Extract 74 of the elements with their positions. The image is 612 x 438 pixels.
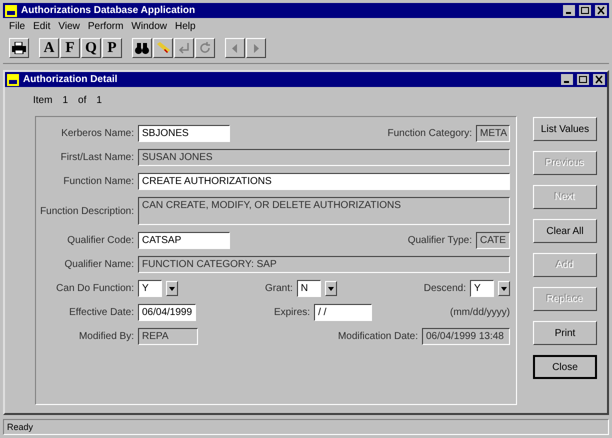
toolbar-button[interactable]: F [60,38,80,58]
field-label: Kerberos Name: [60,128,134,139]
dropdown-button[interactable] [498,281,510,296]
action-button[interactable]: Print [533,321,597,345]
input-field[interactable]: 06/04/1999 [138,304,196,321]
dropdown-button[interactable] [166,281,178,296]
toolbar-button[interactable]: A [39,38,59,58]
action-button[interactable]: Close [533,355,597,379]
toolbar-button[interactable]: Q [81,38,101,58]
dropdown-button[interactable] [324,281,337,296]
menu-item[interactable]: Edit [33,21,50,32]
input-field[interactable]: FUNCTION CATEGORY: SAP [138,256,510,273]
item-index: 1 [62,95,68,106]
item-total: 1 [96,95,102,106]
field-label: Grant: [264,283,293,294]
input-field[interactable]: META [476,125,510,142]
field-label: Qualifier Type: [408,235,472,246]
left-arrow-icon [232,44,238,52]
minimize-button[interactable] [561,74,573,85]
caret-icon [500,286,507,290]
eraser-icon [156,42,170,54]
window-title: Authorization Detail [23,74,118,85]
field-label: Qualifier Name: [64,259,134,270]
field-label: Can Do Function: [55,283,134,294]
toolbar-button[interactable]: P [102,38,122,58]
menu-item[interactable]: Perform [88,21,124,32]
input-field[interactable]: 06/04/1999 13:48 [422,328,510,345]
undo-icon [178,42,190,54]
toolbar-printer-button[interactable] [9,38,29,58]
field-label: Qualifier Code: [66,235,134,246]
input-field[interactable]: CAN CREATE, MODIFY, OR DELETE AUTHORIZATIONS [138,197,510,225]
field-label: Descend: [424,283,466,294]
caret-icon [169,286,175,290]
minimize-button[interactable] [563,5,575,16]
maximize-button[interactable] [577,74,589,85]
binoculars-icon [135,42,149,54]
printer-icon [12,42,26,54]
field-label: Expires: [274,307,310,318]
input-field[interactable]: REPA [138,328,198,345]
input-field[interactable]: SBJONES [138,125,230,142]
field-label: Effective Date: [68,307,134,318]
input-field[interactable]: / / [314,304,372,321]
field-label: Modified By: [78,331,134,342]
refresh-icon [199,42,211,54]
close-button[interactable] [593,74,605,85]
field-label: First/Last Name: [60,152,134,163]
menu-item[interactable]: Help [175,21,196,32]
input-field[interactable]: CREATE AUTHORIZATIONS [138,173,510,190]
toolbar-binoculars-button[interactable] [132,38,152,58]
input-field[interactable]: SUSAN JONES [138,149,510,166]
input-field[interactable]: CATSAP [138,232,230,249]
window-title: Authorizations Database Application [21,5,196,16]
format-hint: (mm/dd/yyyy) [450,307,510,318]
action-button[interactable]: List Values [533,117,597,141]
field-label: Function Name: [62,176,134,187]
field-label: Modification Date: [338,331,418,342]
right-arrow-icon [253,44,259,52]
caret-icon [328,286,334,290]
input-field[interactable]: CATE [476,232,510,249]
field-label: Function Description: [39,206,134,216]
status-bar: Ready [3,419,609,435]
item-of-label: of [78,95,86,106]
close-button[interactable] [595,5,607,16]
action-button[interactable]: Clear All [533,219,597,243]
toolbar-eraser-button[interactable] [153,38,173,58]
combo-field[interactable]: N [296,280,321,297]
menu-item[interactable]: Window [131,21,167,32]
item-label: Item [33,95,52,106]
field-label: Function Category: [388,128,472,139]
combo-field[interactable]: Y [470,280,494,297]
combo-field[interactable]: Y [138,280,162,297]
menu-item[interactable]: File [9,21,26,32]
menu-item[interactable]: View [58,21,80,32]
maximize-button[interactable] [579,5,591,16]
